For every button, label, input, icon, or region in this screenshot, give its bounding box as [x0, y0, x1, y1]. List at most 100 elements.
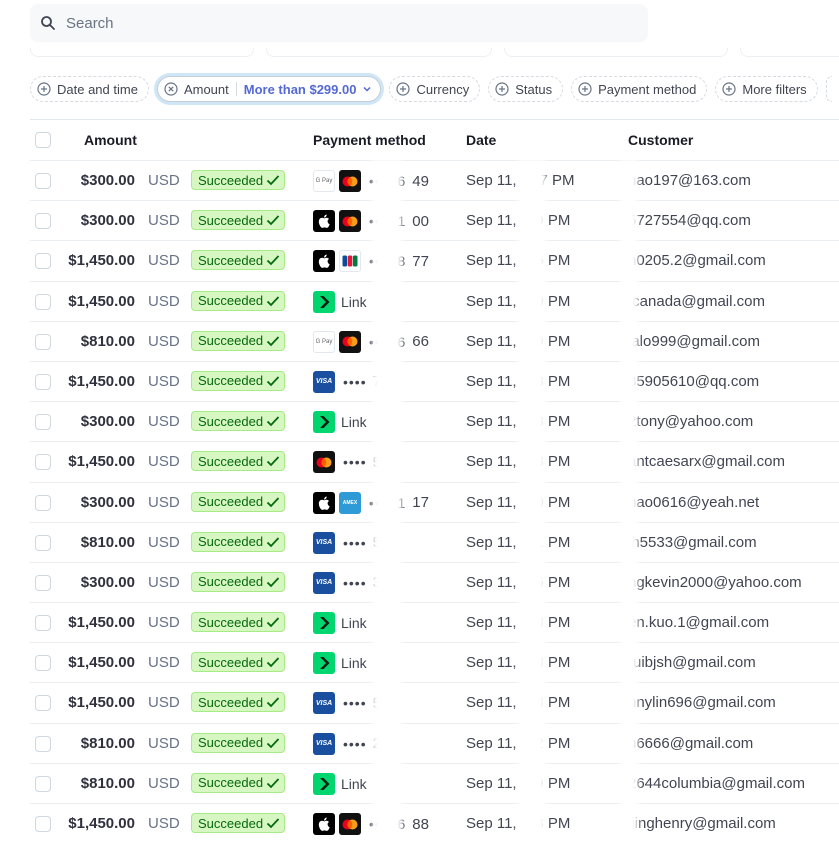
- amount-value: $810.00: [80, 533, 135, 551]
- table-row[interactable]: $810.00 USD Succeeded VISA•••• 23 Sep 11…: [30, 722, 839, 763]
- amount-value: $1,450.00: [68, 694, 135, 712]
- payment-method-cell: Link: [313, 290, 367, 313]
- table-row[interactable]: $810.00 USD Succeeded VISA•••• 59 Sep 11…: [30, 521, 839, 562]
- payment-method-text: Link: [341, 775, 367, 792]
- gpay-logo-icon: G Pay: [313, 330, 335, 353]
- table-row[interactable]: $300.00 USD Succeeded •••• 1 00 Sep 11, …: [30, 200, 839, 240]
- row-checkbox[interactable]: [35, 253, 51, 270]
- date-value: Sep 11,: [466, 413, 517, 431]
- filter-bar: Date and time Amount More than $299.00 C…: [30, 76, 832, 104]
- table-row[interactable]: $810.00 USD Succeeded G Pay•••• 6 66 Sep…: [30, 320, 839, 361]
- row-checkbox[interactable]: [35, 333, 51, 350]
- table-row[interactable]: $1,450.00 USD Succeeded VISA•••• 79 Sep …: [30, 360, 839, 401]
- table-row[interactable]: $300.00 USD Succeeded Link Sep 11, 28 PM…: [30, 401, 839, 441]
- currency-code: USD: [148, 493, 180, 511]
- table-row[interactable]: $1,450.00 USD Succeeded Link Sep 11, 40 …: [30, 280, 839, 321]
- filter-currency[interactable]: Currency: [389, 76, 481, 102]
- filter-clear-partial[interactable]: [825, 76, 832, 102]
- payment-method-text: Link: [341, 293, 367, 310]
- row-checkbox[interactable]: [35, 534, 51, 551]
- plus-circle-icon: [37, 82, 51, 96]
- filter-label: Amount: [183, 81, 229, 97]
- status-badge: Succeeded: [191, 732, 285, 753]
- amount-value: $1,450.00: [68, 252, 135, 270]
- filter-label: Currency: [416, 81, 470, 97]
- checkmark-icon: [266, 738, 280, 748]
- payment-method-text: Link: [341, 655, 367, 672]
- card-last-digits: 49: [412, 172, 429, 190]
- row-checkbox[interactable]: [35, 293, 51, 310]
- redaction-overlay: [518, 160, 546, 841]
- currency-code: USD: [148, 654, 180, 672]
- checkmark-icon: [266, 456, 280, 467]
- search-bar[interactable]: [30, 4, 648, 42]
- date-value: Sep 11,: [466, 614, 517, 632]
- row-checkbox[interactable]: [35, 655, 51, 672]
- table-row[interactable]: $1,450.00 USD Succeeded VISA•••• 50 Sep …: [30, 682, 839, 722]
- table-row[interactable]: $1,450.00 USD Succeeded •••• 6 88 Sep 11…: [30, 803, 839, 843]
- table-row[interactable]: $1,450.00 USD Succeeded •••• 8 77 Sep 11…: [30, 240, 839, 280]
- column-header-payment-method[interactable]: Payment method: [313, 132, 426, 148]
- status-label: Succeeded: [198, 735, 264, 751]
- column-header-customer[interactable]: Customer: [628, 132, 693, 148]
- checkmark-icon: [266, 215, 280, 226]
- row-checkbox[interactable]: [35, 454, 51, 471]
- row-checkbox[interactable]: [35, 695, 51, 712]
- search-input[interactable]: [64, 13, 568, 33]
- visa-logo-icon: VISA: [313, 531, 335, 554]
- table-row[interactable]: $1,450.00 USD Succeeded Link Sep 11, 38 …: [30, 642, 839, 682]
- customer-email: ijinghenry@gmail.com: [628, 815, 776, 832]
- clear-circle-icon[interactable]: [164, 82, 178, 96]
- row-checkbox[interactable]: [35, 373, 51, 390]
- amount-value: $1,450.00: [68, 654, 135, 672]
- link-logo-icon: [313, 612, 335, 635]
- row-checkbox[interactable]: [35, 816, 51, 832]
- faint-tab: [266, 48, 492, 57]
- row-checkbox[interactable]: [35, 574, 51, 591]
- row-checkbox[interactable]: [35, 775, 51, 792]
- row-checkbox[interactable]: [35, 615, 51, 632]
- filter-more-filters[interactable]: More filters: [715, 76, 818, 102]
- status-label: Succeeded: [198, 333, 264, 349]
- currency-code: USD: [148, 372, 180, 390]
- filter-payment-method[interactable]: Payment method: [571, 76, 708, 102]
- filter-amount[interactable]: Amount More than $299.00: [156, 76, 382, 102]
- checkmark-icon: [266, 376, 280, 387]
- table-row[interactable]: $1,450.00 USD Succeeded Link Sep 11, 08 …: [30, 602, 839, 642]
- table-row[interactable]: $810.00 USD Succeeded Link Sep 11, 29 PM…: [30, 762, 839, 803]
- filter-status[interactable]: Status: [488, 76, 564, 102]
- card-last-digits: 77: [412, 252, 429, 270]
- table-row[interactable]: $1,450.00 USD Succeeded •••• 57 Sep 11, …: [30, 441, 839, 481]
- payment-method-cell: Link: [313, 652, 367, 675]
- column-header-date[interactable]: Date: [466, 132, 496, 148]
- status-badge: Succeeded: [191, 290, 285, 311]
- mc-logo-icon: [339, 813, 361, 835]
- row-checkbox[interactable]: [35, 735, 51, 752]
- column-header-amount[interactable]: Amount: [84, 132, 137, 148]
- table-row[interactable]: $300.00 USD Succeeded AMEX•••• 1 17 Sep …: [30, 481, 839, 522]
- status-label: Succeeded: [198, 815, 264, 831]
- select-all-checkbox[interactable]: [35, 132, 51, 148]
- table-row[interactable]: $300.00 USD Succeeded G Pay•••• 6 49 Sep…: [30, 160, 839, 200]
- filter-value: More than $299.00: [243, 81, 357, 97]
- status-label: Succeeded: [198, 694, 264, 710]
- customer-email: 5727554@qq.com: [628, 212, 751, 230]
- plus-circle-icon: [495, 82, 509, 96]
- checkmark-icon: [266, 255, 280, 266]
- customer-email: ruibjsh@gmail.com: [628, 654, 756, 672]
- row-checkbox[interactable]: [35, 494, 51, 511]
- customer-email: 35905610@qq.com: [628, 372, 760, 390]
- link-logo-icon: [313, 772, 335, 795]
- currency-code: USD: [148, 734, 180, 752]
- row-checkbox[interactable]: [35, 213, 51, 230]
- visa-logo-icon: VISA: [313, 692, 335, 715]
- faint-tab: [30, 48, 254, 57]
- status-badge: Succeeded: [191, 210, 285, 231]
- amount-value: $810.00: [80, 332, 135, 350]
- filter-date-and-time[interactable]: Date and time: [30, 76, 149, 102]
- table-row[interactable]: $300.00 USD Succeeded VISA•••• 32 Sep 11…: [30, 561, 839, 602]
- row-checkbox[interactable]: [35, 414, 51, 431]
- amount-value: $300.00: [80, 493, 135, 511]
- row-checkbox[interactable]: [35, 173, 51, 189]
- customer-email: nao197@163.com: [628, 172, 751, 189]
